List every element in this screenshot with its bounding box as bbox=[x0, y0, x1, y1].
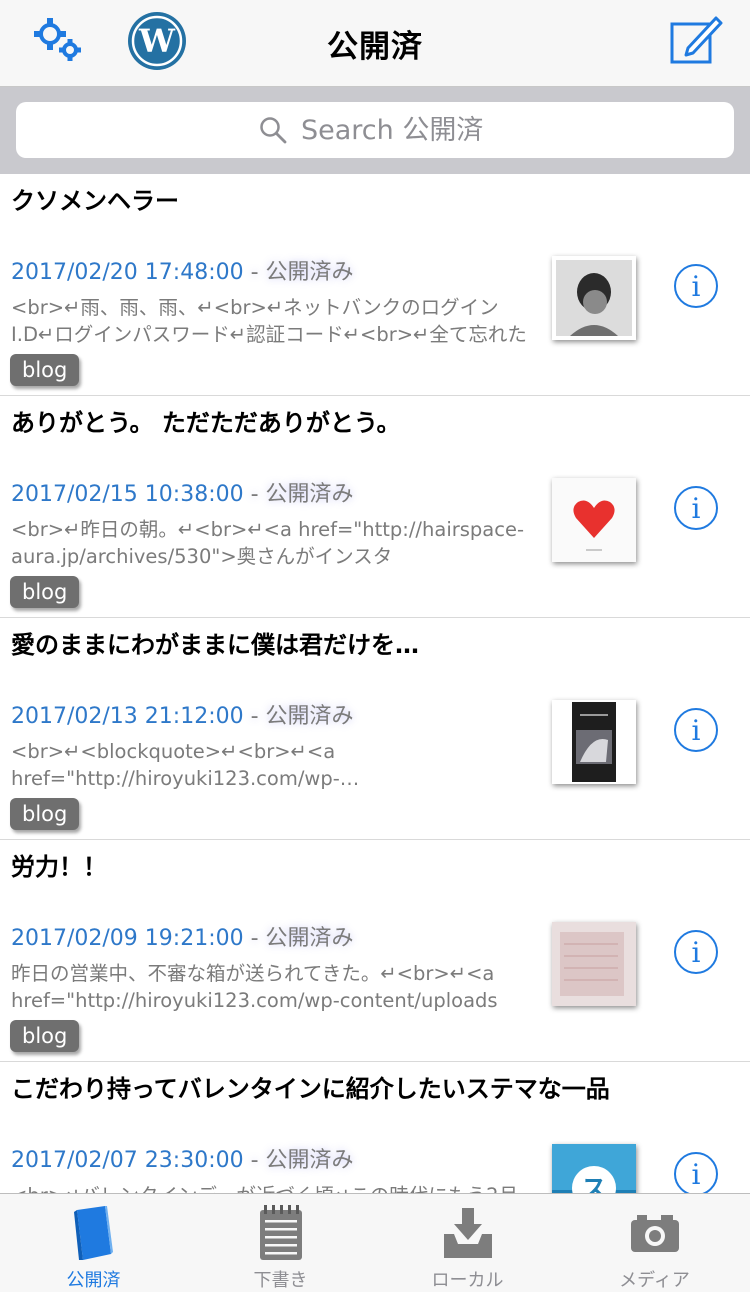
post-meta: 2017/02/15 10:38:00 - 公開済み bbox=[11, 480, 354, 510]
compose-icon bbox=[670, 16, 723, 64]
post-status-separator: - bbox=[250, 260, 266, 285]
category-tag: blog bbox=[10, 1020, 80, 1052]
post-date: 2017/02/15 10:38:00 bbox=[11, 482, 244, 507]
post-date: 2017/02/07 23:30:00 bbox=[11, 1148, 244, 1173]
post-item[interactable]: こだわり持ってバレンタインに紹介したいステマな一品 2017/02/07 23:… bbox=[0, 1062, 750, 1193]
post-meta: 2017/02/07 23:30:00 - 公開済み bbox=[11, 1146, 354, 1176]
post-excerpt: <br>↵バレンタインデーが近づく頃↵この時代にもう2月 bbox=[11, 1182, 539, 1193]
tab-label: 下書き bbox=[253, 1270, 308, 1291]
post-meta: 2017/02/13 21:12:00 - 公開済み bbox=[11, 702, 354, 732]
category-tag: blog bbox=[10, 354, 80, 386]
post-item[interactable]: ありがとう。 ただただありがとう。 2017/02/15 10:38:00 - … bbox=[0, 396, 750, 618]
post-excerpt: 昨日の営業中、不審な箱が送られてきた。↵<br>↵<a href="http:/… bbox=[11, 962, 498, 1012]
camera-icon bbox=[630, 1215, 679, 1252]
tab-drafts[interactable]: 下書き bbox=[187, 1194, 374, 1292]
post-meta: 2017/02/09 19:21:00 - 公開済み bbox=[11, 924, 354, 954]
tab-media[interactable]: メディア bbox=[561, 1194, 748, 1292]
compose-button[interactable] bbox=[668, 14, 724, 66]
category-tag: blog bbox=[10, 576, 80, 608]
post-item[interactable]: 労力！！ 2017/02/09 19:21:00 - 公開済み 昨日の営業中、不… bbox=[0, 840, 750, 1062]
post-title: こだわり持ってバレンタインに紹介したいステマな一品 bbox=[11, 1075, 610, 1103]
post-title: 労力！！ bbox=[11, 853, 107, 881]
post-list: クソメンヘラー 2017/02/20 17:48:00 - 公開済み <br>↵… bbox=[0, 174, 750, 1193]
settings-button[interactable] bbox=[32, 16, 90, 64]
post-date: 2017/02/09 19:21:00 bbox=[11, 926, 244, 951]
post-status-separator: - bbox=[250, 704, 266, 729]
post-status: 公開済み bbox=[265, 926, 354, 951]
post-thumbnail bbox=[552, 922, 636, 1006]
notepad-icon bbox=[259, 1205, 302, 1260]
post-excerpt: <br>↵雨、雨、雨、↵<br>↵ネットバンクのログインI.D↵ログインパスワー… bbox=[11, 296, 527, 346]
post-status: 公開済み bbox=[265, 704, 354, 729]
post-title: クソメンヘラー bbox=[11, 187, 179, 215]
post-thumbnail bbox=[552, 478, 636, 562]
post-status: 公開済み bbox=[265, 482, 354, 507]
tab-label: メディア bbox=[619, 1270, 690, 1291]
gear-icon bbox=[34, 18, 81, 61]
post-status: 公開済み bbox=[265, 1148, 354, 1173]
post-status: 公開済み bbox=[265, 260, 354, 285]
book-icon bbox=[73, 1206, 113, 1260]
post-title: 愛のままにわがままに僕は君だけを… bbox=[11, 631, 419, 659]
page-title: 公開済 bbox=[327, 28, 423, 65]
search-bar bbox=[0, 87, 750, 174]
info-button[interactable]: i bbox=[674, 1152, 718, 1193]
tab-label: 公開済 bbox=[66, 1270, 121, 1291]
post-title: ありがとう。 ただただありがとう。 bbox=[11, 409, 401, 437]
search-field[interactable] bbox=[16, 102, 734, 158]
post-thumbnail bbox=[552, 256, 636, 340]
post-status-separator: - bbox=[250, 1148, 266, 1173]
download-tray-icon bbox=[443, 1208, 492, 1258]
svg-text:W: W bbox=[138, 22, 176, 60]
tab-bar: 公開済 下書き ローカル メディア bbox=[0, 1193, 750, 1292]
info-button[interactable]: i bbox=[674, 486, 718, 530]
info-button[interactable]: i bbox=[674, 264, 718, 308]
tab-published[interactable]: 公開済 bbox=[0, 1194, 187, 1292]
search-icon bbox=[260, 117, 287, 144]
post-thumbnail bbox=[552, 700, 636, 784]
post-status-separator: - bbox=[250, 926, 266, 951]
wordpress-button[interactable]: W bbox=[126, 10, 188, 72]
category-tag: blog bbox=[10, 798, 80, 830]
tab-local[interactable]: ローカル bbox=[374, 1194, 561, 1292]
wordpress-logo-icon: W bbox=[128, 12, 186, 70]
post-thumbnail: ス bbox=[552, 1144, 636, 1193]
post-date: 2017/02/20 17:48:00 bbox=[11, 260, 244, 285]
post-status-separator: - bbox=[250, 482, 266, 507]
post-meta: 2017/02/20 17:48:00 - 公開済み bbox=[11, 258, 354, 288]
post-item[interactable]: クソメンヘラー 2017/02/20 17:48:00 - 公開済み <br>↵… bbox=[0, 174, 750, 396]
search-input[interactable] bbox=[301, 114, 491, 146]
info-button[interactable]: i bbox=[674, 930, 718, 974]
post-item[interactable]: 愛のままにわがままに僕は君だけを… 2017/02/13 21:12:00 - … bbox=[0, 618, 750, 840]
post-date: 2017/02/13 21:12:00 bbox=[11, 704, 244, 729]
post-excerpt: <br>↵<blockquote>↵<br>↵<a href="http://h… bbox=[11, 740, 340, 790]
post-excerpt: <br>↵昨日の朝。↵<br>↵<a href="http://hairspac… bbox=[11, 518, 524, 568]
tab-label: ローカル bbox=[431, 1270, 504, 1291]
navigation-bar: 公開済 W bbox=[0, 0, 750, 87]
info-button[interactable]: i bbox=[674, 708, 718, 752]
svg-text:ス: ス bbox=[581, 1175, 607, 1193]
